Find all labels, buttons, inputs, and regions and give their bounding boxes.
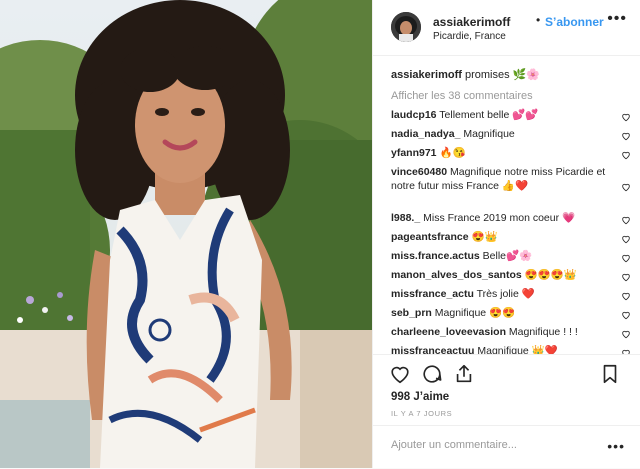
comment-options-icon[interactable]: ••• bbox=[607, 438, 625, 454]
comment-text: 😍👑 bbox=[471, 231, 498, 243]
post-timestamp: IL Y A 7 JOURS bbox=[391, 409, 453, 418]
comment-username[interactable]: pageantsfrance bbox=[391, 231, 469, 243]
comment-text: Magnifique 👑❤️ bbox=[477, 345, 558, 354]
comment-username[interactable]: vince60480 bbox=[391, 166, 447, 178]
comment-row: pageantsfrance 😍👑 bbox=[391, 230, 613, 244]
comment-text: Magnifique bbox=[463, 128, 515, 140]
follow-button[interactable]: S’abonner bbox=[545, 15, 604, 29]
post-photo[interactable] bbox=[0, 0, 372, 468]
separator-dot: • bbox=[536, 13, 541, 27]
comment-text: Tellement belle 💕💕 bbox=[439, 109, 539, 121]
avatar-image bbox=[391, 12, 421, 42]
comment-username[interactable]: seb_prn bbox=[391, 307, 432, 319]
comment-row: charleene_loveevasion Magnifique ! ! ! bbox=[391, 325, 613, 339]
comment-like-heart-icon[interactable] bbox=[621, 291, 631, 301]
add-comment-input[interactable] bbox=[389, 438, 593, 452]
comment-like-heart-icon[interactable] bbox=[621, 310, 631, 320]
post-location[interactable]: Picardie, France bbox=[433, 31, 506, 42]
comment-text: 😍😍😍👑 bbox=[524, 269, 577, 281]
comment-row: missfrance_actu Très jolie ❤️ bbox=[391, 287, 613, 301]
comment-text: Miss France 2019 mon coeur 💗 bbox=[423, 212, 576, 224]
post-header: assiakerimoff • S’abonner Picardie, Fran… bbox=[373, 0, 640, 56]
comment-like-heart-icon[interactable] bbox=[621, 150, 631, 160]
avatar[interactable] bbox=[391, 12, 421, 42]
comment-text: Magnifique 😍😍 bbox=[434, 307, 516, 319]
comment-like-heart-icon[interactable] bbox=[621, 234, 631, 244]
comment-like-heart-icon[interactable] bbox=[621, 215, 631, 225]
post-caption: assiakerimoff promises 🌿🌸 bbox=[391, 68, 540, 81]
instagram-post: assiakerimoff • S’abonner Picardie, Fran… bbox=[0, 0, 640, 468]
post-side-panel: assiakerimoff • S’abonner Picardie, Fran… bbox=[372, 0, 640, 468]
post-username[interactable]: assiakerimoff bbox=[433, 15, 510, 29]
comment-bubble-icon[interactable] bbox=[421, 363, 443, 385]
comment-row: manon_alves_dos_santos 😍😍😍👑 bbox=[391, 268, 613, 282]
likes-count[interactable]: 998 J’aime bbox=[391, 391, 449, 403]
comment-row: nadia_nadya_ Magnifique bbox=[391, 127, 613, 141]
comment-text: Belle💕🌸 bbox=[482, 250, 533, 262]
comment-like-heart-icon[interactable] bbox=[621, 329, 631, 339]
comment-row: l988._ Miss France 2019 mon coeur 💗 bbox=[391, 211, 613, 225]
comment-like-heart-icon[interactable] bbox=[621, 253, 631, 263]
comment-row: yfann971 🔥😘 bbox=[391, 146, 613, 160]
caption-text: promises 🌿🌸 bbox=[465, 69, 541, 81]
comment-like-heart-icon[interactable] bbox=[621, 182, 631, 192]
comment-username[interactable]: missfrance_actu bbox=[391, 288, 474, 300]
portrait-image bbox=[0, 0, 372, 468]
comment-text: Très jolie ❤️ bbox=[476, 288, 535, 300]
comment-like-heart-icon[interactable] bbox=[621, 112, 631, 122]
view-all-comments-link[interactable]: Afficher les 38 commentaires bbox=[391, 90, 533, 102]
comment-username[interactable]: laudcp16 bbox=[391, 109, 437, 121]
share-icon[interactable] bbox=[453, 363, 475, 385]
comment-username[interactable]: charleene_loveevasion bbox=[391, 326, 506, 338]
comment-username[interactable]: nadia_nadya_ bbox=[391, 128, 460, 140]
comment-text: Magnifique ! ! ! bbox=[508, 326, 578, 338]
more-options-icon[interactable]: ••• bbox=[607, 10, 627, 28]
bookmark-icon[interactable] bbox=[599, 363, 621, 385]
comment-username[interactable]: yfann971 bbox=[391, 147, 437, 159]
comment-like-heart-icon[interactable] bbox=[621, 131, 631, 141]
comment-row: vince60480 Magnifique notre miss Picardi… bbox=[391, 165, 613, 193]
comment-row: missfranceactuu Magnifique 👑❤️ bbox=[391, 344, 613, 354]
caption-username[interactable]: assiakerimoff bbox=[391, 69, 462, 81]
comment-row: laudcp16 Tellement belle 💕💕 bbox=[391, 108, 613, 122]
comment-username[interactable]: miss.france.actus bbox=[391, 250, 480, 262]
comment-username[interactable]: manon_alves_dos_santos bbox=[391, 269, 522, 281]
comment-like-heart-icon[interactable] bbox=[621, 272, 631, 282]
add-comment-bar: ••• bbox=[373, 425, 640, 469]
comment-row: seb_prn Magnifique 😍😍 bbox=[391, 306, 613, 320]
comment-username[interactable]: l988._ bbox=[391, 212, 420, 224]
post-actions: 998 J’aime IL Y A 7 JOURS ••• bbox=[373, 354, 640, 468]
comment-text: 🔥😘 bbox=[439, 147, 466, 159]
comment-row: miss.france.actus Belle💕🌸 bbox=[391, 249, 613, 263]
comments-section[interactable]: assiakerimoff promises 🌿🌸 Afficher les 3… bbox=[373, 56, 640, 354]
like-heart-icon[interactable] bbox=[389, 363, 411, 385]
comment-username[interactable]: missfranceactuu bbox=[391, 345, 474, 354]
